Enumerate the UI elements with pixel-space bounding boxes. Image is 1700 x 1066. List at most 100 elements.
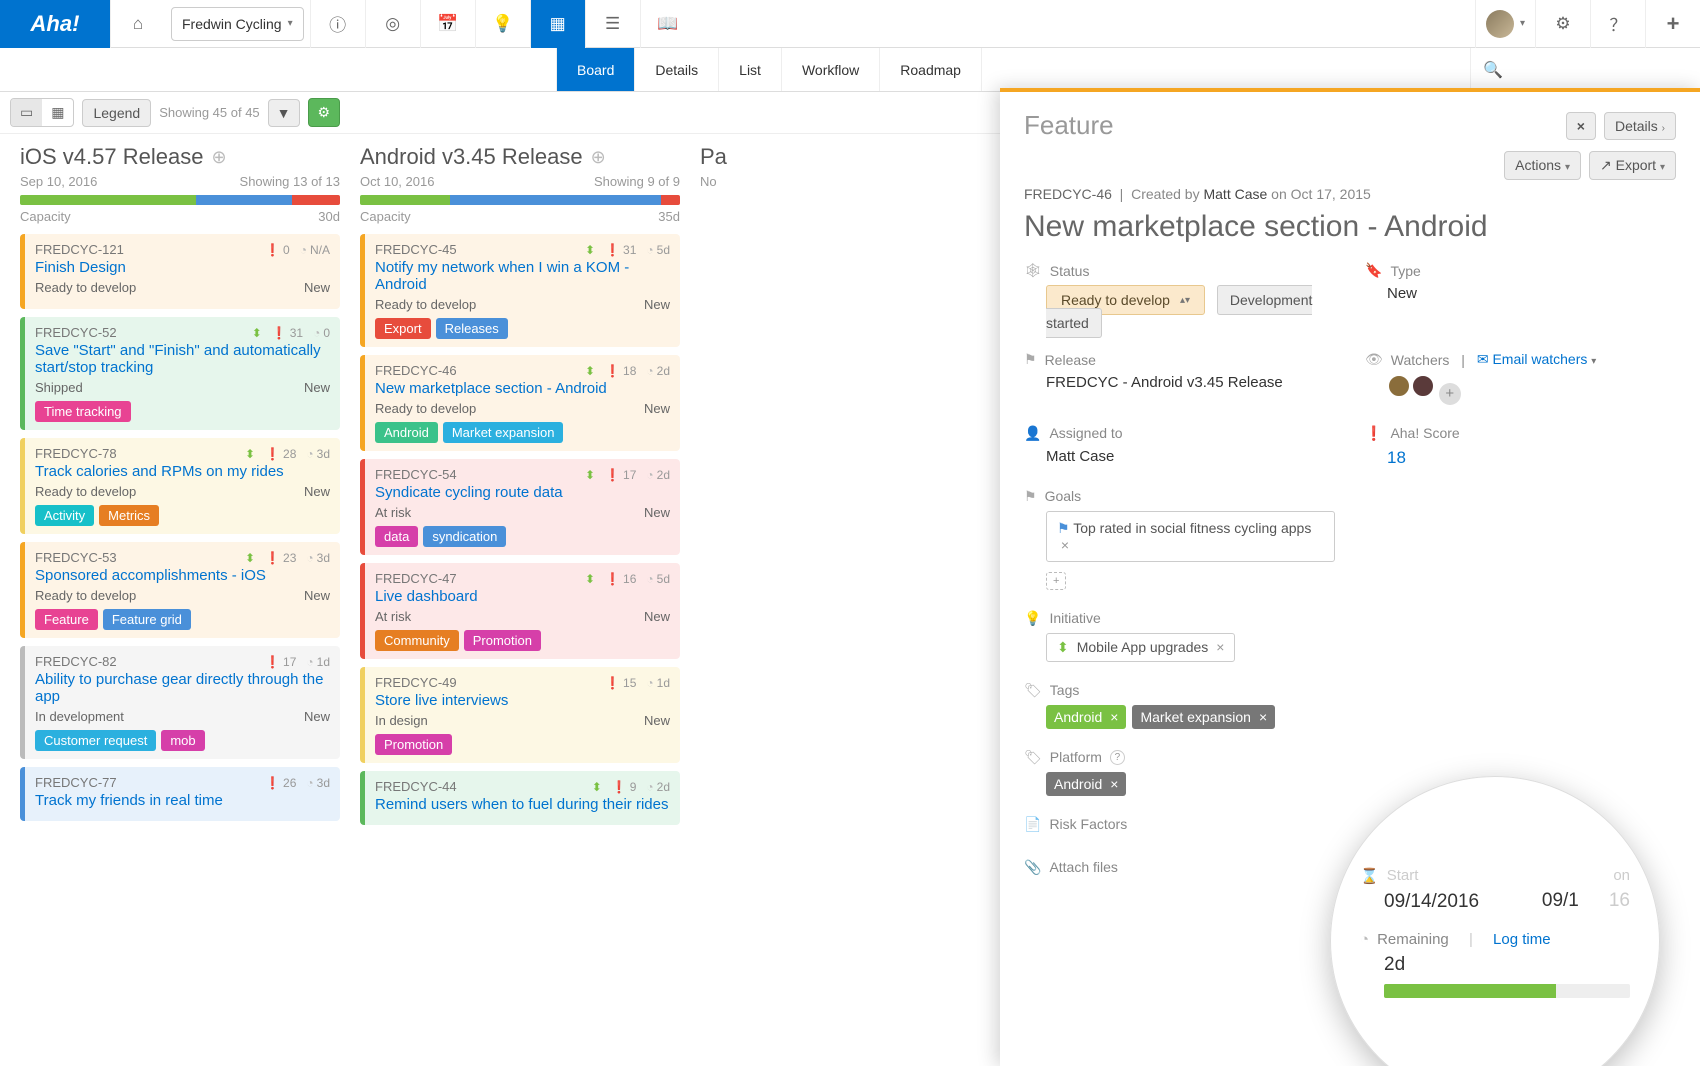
start-date[interactable]: 09/14/2016 <box>1360 891 1479 913</box>
feature-card[interactable]: FREDCYC-121 ❗0◔N/A Finish Design Ready t… <box>20 234 340 309</box>
add-goal-button[interactable]: + <box>1046 572 1066 590</box>
log-time-link[interactable]: Log time <box>1493 931 1551 948</box>
tag-market-expansion[interactable]: Market expansion× <box>1132 705 1275 729</box>
attach-label[interactable]: 📎Attach files <box>1024 859 1335 876</box>
tab-list[interactable]: List <box>719 48 782 91</box>
details-button[interactable]: Details › <box>1604 112 1676 140</box>
feature-card[interactable]: FREDCYC-78 ⬍❗28◔3d Track calories and RP… <box>20 438 340 534</box>
tab-details[interactable]: Details <box>635 48 719 91</box>
card-title[interactable]: Notify my network when I win a KOM - And… <box>375 259 670 293</box>
book-icon[interactable]: 📖 <box>640 0 695 48</box>
release-value[interactable]: FREDCYC - Android v3.45 Release <box>1024 374 1335 391</box>
type-value[interactable]: New <box>1365 285 1676 302</box>
email-watchers-link[interactable]: ✉ Email watchers ▾ <box>1477 351 1596 368</box>
gear-icon[interactable]: ⚙ <box>1535 0 1590 48</box>
release-label: ⚑Release <box>1024 351 1335 368</box>
tag[interactable]: Feature grid <box>103 609 191 630</box>
tag-android[interactable]: Android× <box>1046 705 1126 729</box>
close-button[interactable]: × <box>1566 112 1596 140</box>
card-title[interactable]: Track calories and RPMs on my rides <box>35 463 330 480</box>
feature-card[interactable]: FREDCYC-46 ⬍❗18◔2d New marketplace secti… <box>360 355 680 451</box>
search-input[interactable]: 🔍 <box>1470 48 1700 91</box>
initiative-chip[interactable]: ⬍Mobile App upgrades× <box>1046 633 1235 662</box>
info-icon[interactable]: ⓘ <box>310 0 365 48</box>
card-view-icon[interactable]: ▭ <box>11 99 42 126</box>
due-date[interactable]: 09/116 <box>1518 890 1630 912</box>
score-badge: ❗17 <box>265 655 296 669</box>
card-id: FREDCYC-77 <box>35 775 117 790</box>
release-title[interactable]: Pa <box>700 144 740 170</box>
type-label: 🔖Type <box>1365 262 1676 279</box>
feature-card[interactable]: FREDCYC-77 ❗26◔3d Track my friends in re… <box>20 767 340 821</box>
tag[interactable]: Activity <box>35 505 94 526</box>
home-icon[interactable]: ⌂ <box>110 0 165 48</box>
tag[interactable]: Promotion <box>375 734 452 755</box>
logo[interactable]: Aha! <box>0 0 110 48</box>
card-title[interactable]: Live dashboard <box>375 588 670 605</box>
card-title[interactable]: Track my friends in real time <box>35 792 330 809</box>
feature-card[interactable]: FREDCYC-47 ⬍❗16◔5d Live dashboard At ris… <box>360 563 680 659</box>
goal-chip[interactable]: ⚑ Top rated in social fitness cycling ap… <box>1046 511 1335 562</box>
settings-button[interactable]: ⚙ <box>308 98 341 127</box>
tab-board[interactable]: Board <box>556 48 635 91</box>
tag[interactable]: data <box>375 526 418 547</box>
tag[interactable]: Releases <box>436 318 508 339</box>
feature-card[interactable]: FREDCYC-54 ⬍❗17◔2d Syndicate cycling rou… <box>360 459 680 555</box>
feature-name[interactable]: New marketplace section - Android <box>1024 210 1676 244</box>
feature-card[interactable]: FREDCYC-53 ⬍❗23◔3d Sponsored accomplishm… <box>20 542 340 638</box>
user-menu[interactable]: ▾ <box>1475 0 1535 48</box>
help-icon[interactable]: ? <box>1110 750 1125 765</box>
release-title[interactable]: iOS v4.57 Release ⊕ <box>20 144 340 170</box>
card-title[interactable]: Save "Start" and "Finish" and automatica… <box>35 342 330 376</box>
workspace-selector[interactable]: Fredwin Cycling▾ <box>171 7 304 41</box>
calendar-icon[interactable]: 📅 <box>420 0 475 48</box>
assigned-value[interactable]: Matt Case <box>1024 448 1335 465</box>
legend-button[interactable]: Legend <box>82 99 151 127</box>
lightbulb-icon[interactable]: 💡 <box>475 0 530 48</box>
feature-card[interactable]: FREDCYC-44 ⬍❗9◔2d Remind users when to f… <box>360 771 680 825</box>
add-icon[interactable]: ⊕ <box>591 147 606 168</box>
feature-card[interactable]: FREDCYC-82 ❗17◔1d Ability to purchase ge… <box>20 646 340 759</box>
view-toggle[interactable]: ▭ ▦ <box>10 98 74 127</box>
tag[interactable]: Android <box>375 422 438 443</box>
card-title[interactable]: Finish Design <box>35 259 330 276</box>
grid-icon[interactable]: ▦ <box>530 0 585 48</box>
release-title[interactable]: Android v3.45 Release ⊕ <box>360 144 680 170</box>
card-title[interactable]: Store live interviews <box>375 692 670 709</box>
tag[interactable]: mob <box>161 730 204 751</box>
tag[interactable]: Metrics <box>99 505 159 526</box>
tab-roadmap[interactable]: Roadmap <box>880 48 982 91</box>
card-title[interactable]: Remind users when to fuel during their r… <box>375 796 670 813</box>
card-title[interactable]: Sponsored accomplishments - iOS <box>35 567 330 584</box>
platform-chip[interactable]: Android× <box>1046 772 1126 796</box>
tag[interactable]: Export <box>375 318 431 339</box>
add-watcher-button[interactable]: + <box>1439 383 1461 405</box>
compact-view-icon[interactable]: ▦ <box>42 99 73 126</box>
filter-button[interactable]: ▼ <box>268 99 300 127</box>
card-title[interactable]: Syndicate cycling route data <box>375 484 670 501</box>
feature-card[interactable]: FREDCYC-45 ⬍❗31◔5d Notify my network whe… <box>360 234 680 347</box>
duration-badge: ◔1d <box>646 676 670 690</box>
plus-icon[interactable]: + <box>1645 0 1700 48</box>
help-icon[interactable]: ？ <box>1590 0 1645 48</box>
feature-card[interactable]: FREDCYC-52 ⬍❗31◔0 Save "Start" and "Fini… <box>20 317 340 430</box>
add-icon[interactable]: ⊕ <box>211 147 226 168</box>
tag[interactable]: Promotion <box>464 630 541 651</box>
list-icon[interactable]: ☰ <box>585 0 640 48</box>
card-title[interactable]: New marketplace section - Android <box>375 380 670 397</box>
tag[interactable]: Time tracking <box>35 401 131 422</box>
tag[interactable]: syndication <box>423 526 506 547</box>
actions-button[interactable]: Actions ▾ <box>1504 151 1581 180</box>
target-icon[interactable]: ◎ <box>365 0 420 48</box>
score-value[interactable]: 18 <box>1365 448 1676 468</box>
watcher-avatar[interactable] <box>1387 374 1411 398</box>
card-title[interactable]: Ability to purchase gear directly throug… <box>35 671 330 705</box>
tag[interactable]: Customer request <box>35 730 156 751</box>
tag[interactable]: Market expansion <box>443 422 564 443</box>
watcher-avatar[interactable] <box>1411 374 1435 398</box>
feature-card[interactable]: FREDCYC-49 ❗15◔1d Store live interviews … <box>360 667 680 763</box>
tag[interactable]: Feature <box>35 609 98 630</box>
tag[interactable]: Community <box>375 630 459 651</box>
export-button[interactable]: ↗ Export ▾ <box>1589 151 1676 180</box>
tab-workflow[interactable]: Workflow <box>782 48 880 91</box>
